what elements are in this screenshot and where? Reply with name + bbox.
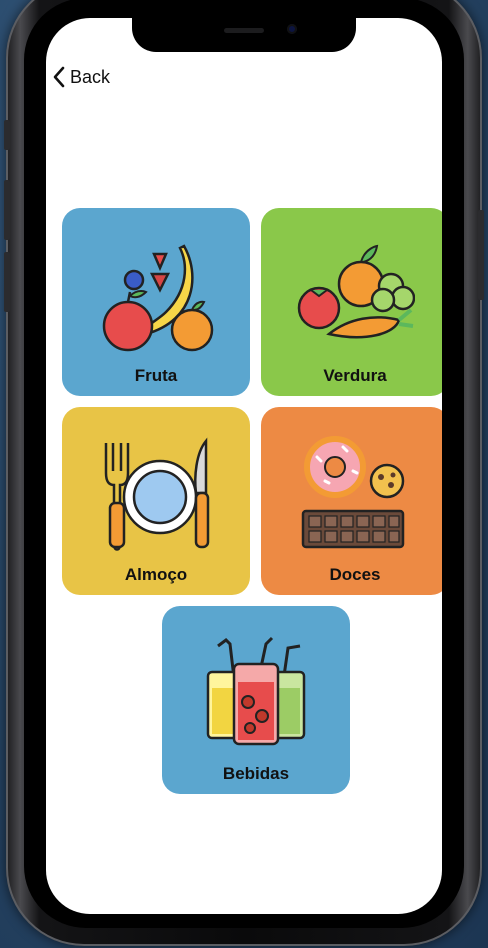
category-tile-almoco[interactable]: Almoço — [62, 407, 250, 595]
category-tile-fruta[interactable]: Fruta — [62, 208, 250, 396]
sweets-icon — [301, 436, 405, 549]
category-label: Verdura — [323, 366, 387, 385]
volume-up-button — [4, 180, 10, 240]
category-tile-verdura[interactable]: Verdura — [261, 208, 442, 396]
category-label: Bebidas — [222, 764, 290, 783]
screen: Back Fruta Verdura Almoço Doces Bebidas — [46, 18, 442, 914]
vegetable-icon — [297, 244, 415, 339]
front-camera — [287, 24, 297, 34]
back-button[interactable]: Back — [52, 66, 110, 88]
drinks-icon — [206, 636, 306, 746]
fruit-icon — [102, 244, 214, 352]
volume-down-button — [4, 252, 10, 312]
lunch-icon — [104, 437, 210, 551]
speaker-grille — [224, 28, 264, 33]
category-tile-doces[interactable]: Doces — [261, 407, 442, 595]
category-label: Doces — [329, 565, 381, 584]
category-label: Almoço — [124, 565, 188, 584]
power-button — [478, 210, 484, 300]
mute-switch — [4, 120, 10, 150]
category-tile-bebidas[interactable]: Bebidas — [162, 606, 350, 794]
back-label: Back — [70, 66, 111, 87]
chevron-left-icon — [53, 66, 65, 88]
category-label: Fruta — [134, 366, 178, 385]
notch — [132, 18, 356, 52]
